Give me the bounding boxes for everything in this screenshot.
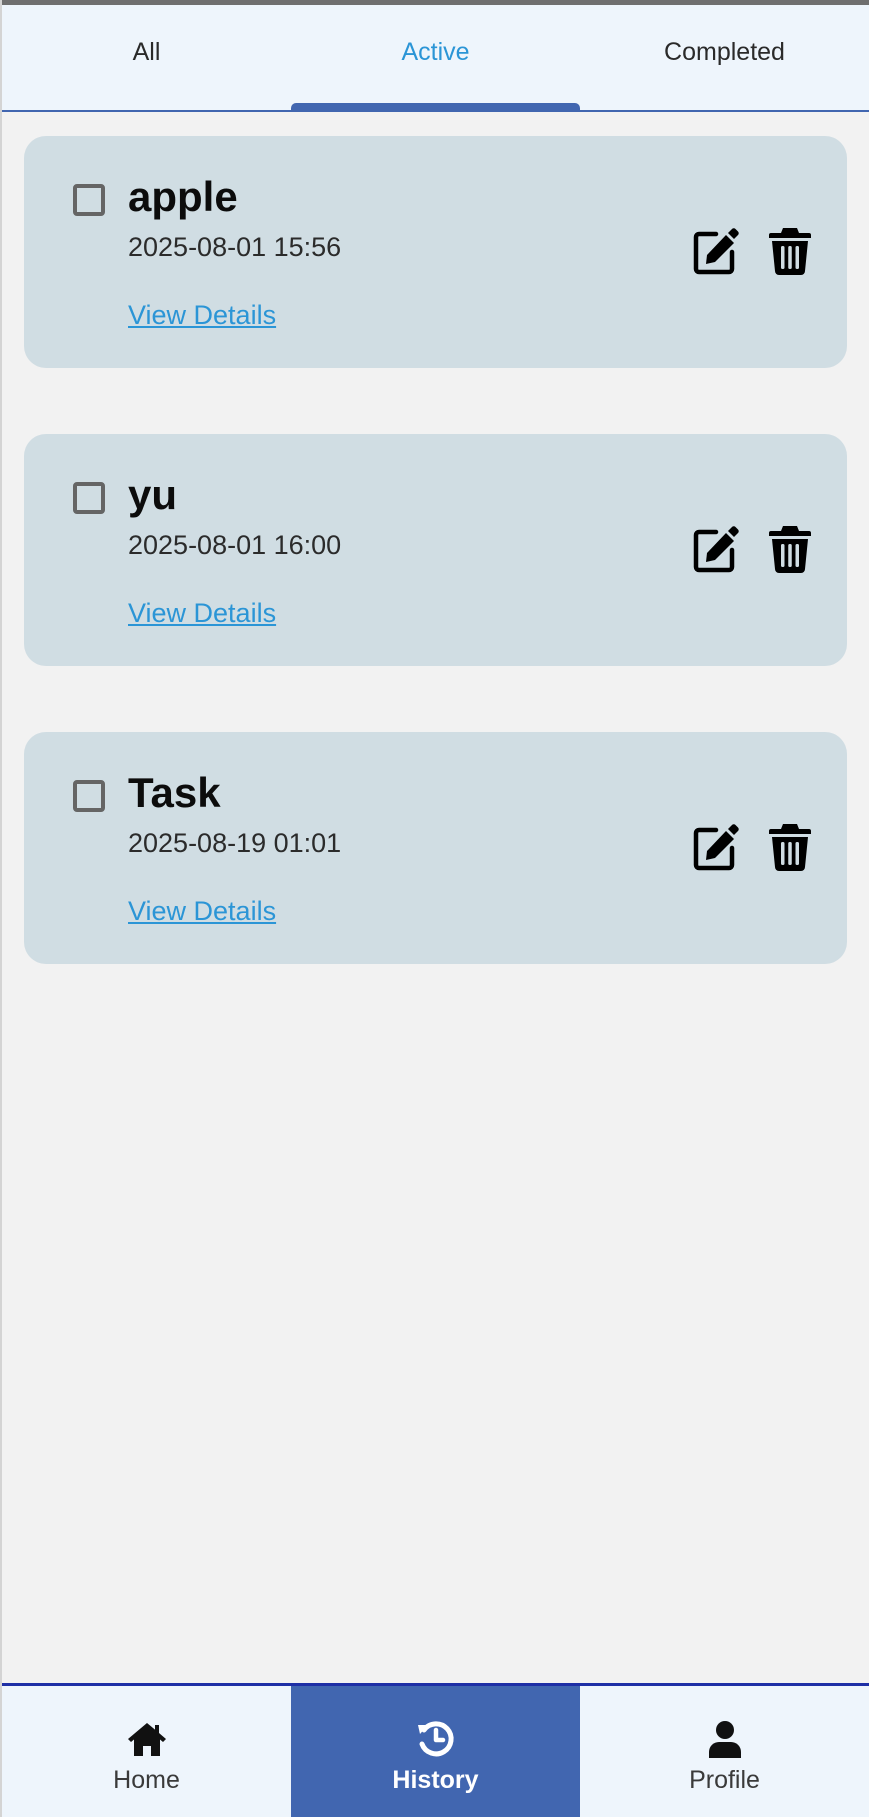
tab-all-label: All bbox=[132, 38, 161, 66]
nav-history[interactable]: History bbox=[291, 1686, 580, 1817]
task-title: yu bbox=[128, 471, 178, 518]
trash-icon[interactable] bbox=[766, 224, 814, 276]
person-icon bbox=[704, 1718, 746, 1760]
nav-profile-label: Profile bbox=[689, 1766, 760, 1794]
view-details-link[interactable]: View Details bbox=[128, 898, 276, 925]
task-checkbox[interactable] bbox=[73, 780, 105, 812]
task-checkbox[interactable] bbox=[73, 184, 105, 216]
task-title: Task bbox=[128, 769, 221, 816]
history-icon bbox=[415, 1718, 457, 1760]
tab-active-label: Active bbox=[401, 38, 470, 66]
nav-profile[interactable]: Profile bbox=[580, 1686, 869, 1817]
trash-icon[interactable] bbox=[766, 522, 814, 574]
tab-active-indicator bbox=[291, 103, 580, 112]
task-title: apple bbox=[128, 173, 238, 220]
tab-completed[interactable]: Completed bbox=[580, 5, 869, 110]
home-icon bbox=[126, 1718, 168, 1760]
edit-icon[interactable] bbox=[692, 522, 740, 574]
nav-home[interactable]: Home bbox=[2, 1686, 291, 1817]
nav-home-label: Home bbox=[113, 1766, 180, 1794]
trash-icon[interactable] bbox=[766, 820, 814, 872]
task-datetime: 2025-08-01 15:56 bbox=[128, 232, 342, 262]
tab-active[interactable]: Active bbox=[291, 5, 580, 112]
edit-icon[interactable] bbox=[692, 224, 740, 276]
screen-edge bbox=[0, 0, 2, 1817]
view-details-link[interactable]: View Details bbox=[128, 600, 276, 627]
task-list: apple 2025-08-01 15:56 View Details yu 2… bbox=[24, 136, 847, 1030]
task-card: yu 2025-08-01 16:00 View Details bbox=[24, 434, 847, 666]
task-datetime: 2025-08-01 16:00 bbox=[128, 530, 342, 560]
bottom-navigation: Home History Profile bbox=[2, 1683, 869, 1817]
task-card: Task 2025-08-19 01:01 View Details bbox=[24, 732, 847, 964]
edit-icon[interactable] bbox=[692, 820, 740, 872]
view-details-link[interactable]: View Details bbox=[128, 302, 276, 329]
tab-completed-label: Completed bbox=[664, 38, 785, 66]
task-checkbox[interactable] bbox=[73, 482, 105, 514]
nav-history-label: History bbox=[392, 1766, 479, 1794]
filter-tabbar: All Active Completed bbox=[2, 5, 869, 112]
task-card: apple 2025-08-01 15:56 View Details bbox=[24, 136, 847, 368]
task-datetime: 2025-08-19 01:01 bbox=[128, 828, 342, 858]
tab-all[interactable]: All bbox=[2, 5, 291, 110]
